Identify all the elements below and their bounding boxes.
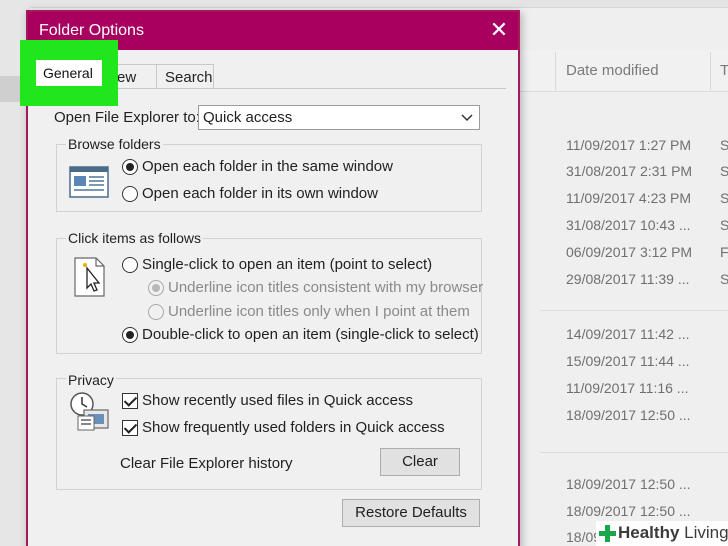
explorer-toolbar-strip <box>0 0 728 8</box>
tab-search-label: Search <box>165 69 213 86</box>
file-date[interactable]: 31/08/2017 10:43 ... <box>566 217 691 233</box>
recent-files-label[interactable]: Show recently used files in Quick access <box>142 392 413 409</box>
clear-history-label: Clear File Explorer history <box>120 455 293 472</box>
file-date[interactable]: 11/09/2017 4:23 PM <box>566 190 691 206</box>
file-type[interactable]: S <box>720 190 728 206</box>
radio-same-window[interactable] <box>122 159 138 175</box>
frequent-folders-label[interactable]: Show frequently used folders in Quick ac… <box>142 419 445 436</box>
click-items-title: Click items as follows <box>66 230 204 246</box>
group-separator <box>540 452 728 453</box>
watermark: Healthy Living <box>596 521 728 546</box>
clear-button[interactable]: Clear <box>380 448 460 476</box>
watermark-part2: Living <box>679 523 728 542</box>
single-click-label[interactable]: Single-click to open an item (point to s… <box>142 256 432 273</box>
file-date[interactable]: 15/09/2017 11:44 ... <box>566 353 690 369</box>
tab-view-label: ew <box>117 69 137 86</box>
file-date[interactable]: 11/09/2017 1:27 PM <box>566 137 691 153</box>
file-type[interactable]: S <box>720 217 728 233</box>
cursor-click-icon <box>74 257 105 297</box>
file-type[interactable]: S <box>720 271 728 287</box>
close-button[interactable]: ✕ <box>484 16 514 46</box>
file-type[interactable]: S <box>720 163 728 179</box>
watermark-part1: Healthy <box>618 523 680 542</box>
double-click-label[interactable]: Double-click to open an item (single-cli… <box>142 326 479 343</box>
column-separator[interactable] <box>555 52 556 90</box>
file-type[interactable]: S <box>720 137 728 153</box>
underline-point-label: Underline icon titles only when I point … <box>168 303 470 320</box>
open-explorer-label: Open File Explorer to: <box>54 109 200 126</box>
radio-double-click[interactable] <box>122 327 138 343</box>
restore-defaults-button[interactable]: Restore Defaults <box>342 499 480 527</box>
chevron-down-icon <box>461 114 473 122</box>
option-own-window-label[interactable]: Open each folder in its own window <box>142 185 378 202</box>
open-explorer-value: Quick access <box>203 109 293 126</box>
file-date[interactable]: 31/08/2017 2:31 PM <box>566 163 692 179</box>
file-type[interactable]: F <box>720 244 728 260</box>
plus-logo-icon <box>599 525 616 542</box>
window-layout-icon <box>69 166 109 198</box>
column-header-date-modified[interactable]: Date modified <box>566 62 659 79</box>
privacy-title: Privacy <box>66 372 116 388</box>
file-date[interactable]: 18/09/2017 12:50 ... <box>566 476 691 492</box>
file-date[interactable]: 18/09/2017 12:50 ... <box>566 503 691 519</box>
radio-single-click[interactable] <box>122 257 138 273</box>
privacy-clock-icon <box>70 392 109 431</box>
column-separator[interactable] <box>710 52 711 90</box>
radio-underline-point <box>148 304 164 320</box>
tab-general-label: General <box>43 65 93 81</box>
file-date[interactable]: 11/09/2017 11:16 ... <box>566 380 688 396</box>
dialog-title: Folder Options <box>39 22 144 39</box>
radio-own-window[interactable] <box>122 186 138 202</box>
file-date[interactable]: 29/08/2017 11:39 ... <box>566 271 690 287</box>
tab-general[interactable]: General <box>36 60 102 86</box>
tab-search[interactable]: Search <box>156 64 214 88</box>
checkbox-frequent-folders[interactable] <box>122 420 138 436</box>
option-same-window-label[interactable]: Open each folder in the same window <box>142 158 393 175</box>
underline-browser-label: Underline icon titles consistent with my… <box>168 279 484 296</box>
file-date[interactable]: 06/09/2017 3:12 PM <box>566 244 692 260</box>
group-separator <box>540 310 728 311</box>
browse-folders-title: Browse folders <box>66 136 163 152</box>
file-date[interactable]: 14/09/2017 11:42 ... <box>566 326 690 342</box>
file-date[interactable]: 18/09/2017 12:50 ... <box>566 407 691 423</box>
column-header-type[interactable]: T <box>720 62 728 79</box>
watermark-text: Healthy Living <box>618 523 728 543</box>
radio-underline-browser <box>148 280 164 296</box>
checkbox-recent-files[interactable] <box>122 393 138 409</box>
open-explorer-dropdown[interactable]: Quick access <box>198 105 480 130</box>
